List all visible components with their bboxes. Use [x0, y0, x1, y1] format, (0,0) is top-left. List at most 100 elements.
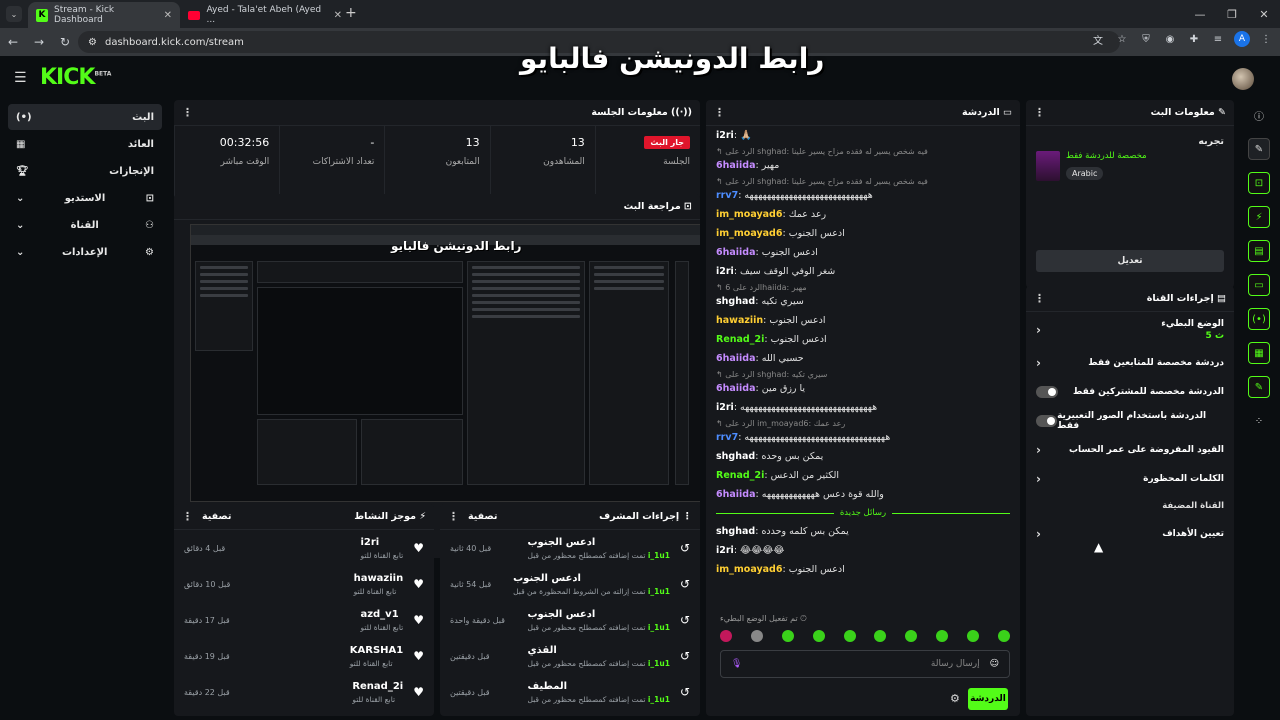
- chat-username[interactable]: i2ri: [716, 130, 734, 141]
- emote-icon[interactable]: [936, 630, 949, 642]
- chat-username[interactable]: Renad_2i: [716, 470, 764, 481]
- sidebar-item-achievements[interactable]: 🏆︎ الإنجازات: [8, 158, 162, 184]
- chat-username[interactable]: hawaziin: [716, 315, 763, 326]
- more-options-icon[interactable]: ⋮: [1034, 106, 1045, 119]
- mod-username[interactable]: i_1u1: [648, 551, 670, 560]
- chat-username[interactable]: 6haiida: [716, 353, 756, 364]
- emote-icon[interactable]: [967, 630, 979, 642]
- mod-action-row[interactable]: قبل دقيقتين المطيف تمت إضافته كمصطلح محظو…: [440, 674, 700, 710]
- browser-tab-youtube[interactable]: Ayed - Tala'et Abeh (Ayed ... ✕: [180, 2, 350, 28]
- set-goals-setting[interactable]: › تعيين الأهداف: [1026, 519, 1234, 548]
- channel-setting-item[interactable]: الدردشة باستخدام الصور التعبيرية فقط: [1026, 406, 1234, 435]
- emote-icon[interactable]: [874, 630, 887, 642]
- bookmark-star-icon[interactable]: ☆: [1114, 31, 1130, 47]
- more-options-icon[interactable]: ⋮: [182, 106, 193, 119]
- filter-button[interactable]: تصفية: [468, 511, 497, 522]
- sidebar-item-channel[interactable]: ⌄ القناة ⚇: [8, 212, 162, 238]
- info-icon[interactable]: ⓘ: [1248, 104, 1270, 126]
- toggle-switch[interactable]: [1036, 385, 1058, 398]
- sidebar-item-stream[interactable]: (•) البث: [8, 104, 162, 130]
- more-options-icon[interactable]: ⋮: [448, 510, 459, 523]
- stream-preview-video[interactable]: رابط الدونيشن فالبايو: [190, 224, 700, 502]
- emote-icon[interactable]: [812, 630, 825, 642]
- profile-avatar[interactable]: A: [1234, 31, 1250, 47]
- extension-red-icon[interactable]: ◉: [1162, 31, 1178, 47]
- chat-username[interactable]: rrv7: [716, 432, 738, 443]
- chat-settings-gear-icon[interactable]: ⚙: [950, 692, 960, 705]
- emote-icon[interactable]: [843, 630, 856, 642]
- pencil-icon[interactable]: ✎: [1248, 138, 1270, 160]
- chat-username[interactable]: Renad_2i: [716, 334, 764, 345]
- activity-row[interactable]: قبل 10 دقائق hawaziin تابع القناة للتو ♥: [174, 566, 434, 602]
- notes-icon[interactable]: ▤: [1248, 240, 1270, 262]
- activity-row[interactable]: قبل 22 دقيقة Renad_2i تابع القناة للتو ♥: [174, 674, 434, 710]
- chat-username[interactable]: im_moayad6: [716, 228, 782, 239]
- close-tab-icon[interactable]: ✕: [334, 10, 342, 21]
- activity-username[interactable]: azd_v1: [360, 609, 403, 620]
- activity-row[interactable]: قبل 17 دقيقة azd_v1 تابع القناة للتو ♥: [174, 602, 434, 638]
- tab-search-icon[interactable]: ⌄: [6, 6, 22, 22]
- activity-username[interactable]: KARSHA1: [350, 645, 403, 656]
- camera-frame-icon[interactable]: ⊡: [1248, 172, 1270, 194]
- extensions-puzzle-icon[interactable]: ✚: [1186, 31, 1202, 47]
- emote-icon[interactable]: [781, 630, 794, 642]
- chat-username[interactable]: 6haiida: [716, 247, 756, 258]
- sidebar-item-settings[interactable]: ⌄ الإعدادات ⚙: [8, 239, 162, 265]
- filter-button[interactable]: تصفية: [202, 511, 231, 522]
- chat-username[interactable]: i2ri: [716, 545, 734, 556]
- mod-action-row[interactable]: قبل دقيقتين القذي تمت إضافته كمصطلح محظور…: [440, 638, 700, 674]
- back-icon[interactable]: ←: [0, 35, 26, 49]
- translate-icon[interactable]: 文: [1090, 31, 1106, 47]
- new-tab-icon[interactable]: +: [345, 5, 357, 21]
- hamburger-menu-icon[interactable]: ☰: [14, 70, 27, 86]
- activity-username[interactable]: i2ri: [360, 537, 403, 548]
- broadcast-icon[interactable]: (•): [1248, 308, 1270, 330]
- mod-username[interactable]: i_1u1: [648, 695, 670, 704]
- chat-username[interactable]: shghad: [716, 296, 755, 307]
- more-options-icon[interactable]: ⋮: [1034, 292, 1045, 305]
- undo-icon[interactable]: ↺: [680, 685, 690, 699]
- media-queue-icon[interactable]: ≡: [1210, 31, 1226, 47]
- close-tab-icon[interactable]: ✕: [164, 10, 172, 21]
- browser-tab-kick[interactable]: K Stream - Kick Dashboard ✕: [28, 2, 180, 28]
- activity-row[interactable]: قبل 19 دقيقة KARSHA1 تابع القناة للتو ♥: [174, 638, 434, 674]
- activity-row[interactable]: قبل 4 دقائق i2ri تابع القناة للتو ♥: [174, 530, 434, 566]
- activity-username[interactable]: hawaziin: [354, 573, 404, 584]
- mod-action-row[interactable]: قبل 40 ثانية ادعس الجنوب تمت إضافته كمصطل…: [440, 530, 700, 566]
- chat-username[interactable]: i2ri: [716, 266, 734, 277]
- edit-stream-button[interactable]: تعديل: [1036, 250, 1224, 272]
- toggle-switch[interactable]: [1036, 414, 1058, 427]
- wrench-icon[interactable]: ✎: [1248, 376, 1270, 398]
- mod-action-row[interactable]: قبل 54 ثانية ادعس الجنوب تمت إزالته من ال…: [440, 566, 700, 602]
- mod-username[interactable]: i_1u1: [648, 623, 670, 632]
- reload-icon[interactable]: ↻: [52, 35, 78, 49]
- chat-send-button[interactable]: الدردشة: [968, 688, 1008, 710]
- emote-icon[interactable]: [997, 630, 1010, 642]
- mod-username[interactable]: i_1u1: [648, 587, 670, 596]
- user-avatar[interactable]: [1232, 68, 1254, 90]
- emote-icon[interactable]: [905, 630, 918, 642]
- channel-setting-item[interactable]: › دردشة مخصصة للمتابعين فقط: [1026, 348, 1234, 377]
- chat-username[interactable]: im_moayad6: [716, 564, 782, 575]
- channel-setting-item[interactable]: › القيود المفروضة على عمر الحساب: [1026, 435, 1234, 464]
- slow-mode-setting[interactable]: › الوضع البطيء 5 ث: [1026, 312, 1234, 348]
- chat-username[interactable]: i2ri: [716, 402, 734, 413]
- lightning-icon[interactable]: ⚡: [1248, 206, 1270, 228]
- channel-setting-item[interactable]: › الكلمات المحظورة: [1026, 464, 1234, 493]
- category-name[interactable]: مخصصة للدردشة فقط: [1066, 151, 1147, 161]
- sidebar-item-revenue[interactable]: ▦ العائد: [8, 131, 162, 157]
- emoji-icon[interactable]: ☺: [990, 659, 999, 669]
- mod-username[interactable]: i_1u1: [648, 659, 670, 668]
- more-options-icon[interactable]: ⋮: [714, 106, 725, 119]
- activity-username[interactable]: Renad_2i: [352, 681, 403, 692]
- layout-icon[interactable]: ▦: [1248, 342, 1270, 364]
- chat-username[interactable]: rrv7: [716, 190, 738, 201]
- chat-username[interactable]: 6haiida: [716, 489, 756, 500]
- chat-username[interactable]: shghad: [716, 451, 755, 462]
- mic-icon[interactable]: 🎙︎: [731, 659, 742, 669]
- undo-icon[interactable]: ↺: [680, 613, 690, 627]
- undo-icon[interactable]: ↺: [680, 541, 690, 555]
- emote-icon[interactable]: [720, 630, 732, 642]
- browser-menu-icon[interactable]: ⋮: [1258, 31, 1274, 47]
- minimize-icon[interactable]: —: [1184, 0, 1216, 28]
